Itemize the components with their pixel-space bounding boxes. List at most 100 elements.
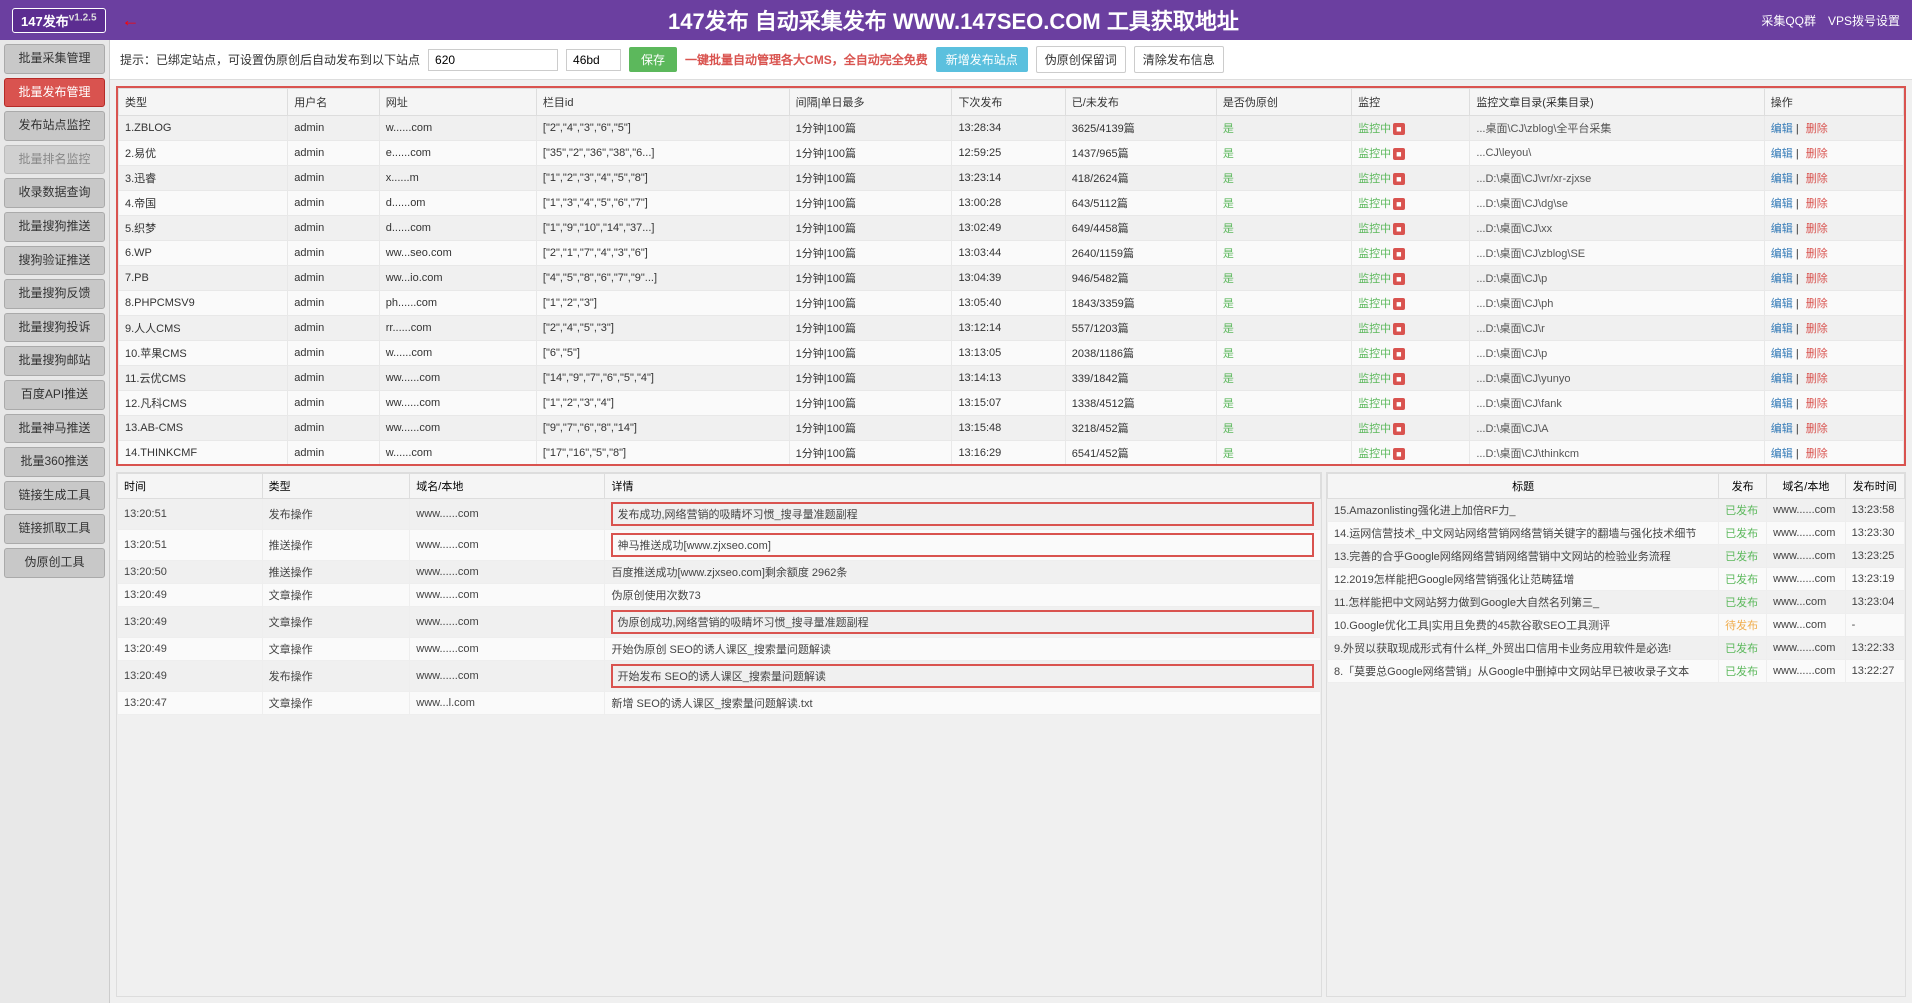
- table-cell-2: e......com: [379, 141, 536, 166]
- right-table-body: 15.Amazonlisting强化进上加倍RF力_已发布www......co…: [1328, 499, 1905, 683]
- sidebar-item-10[interactable]: 百度API推送: [4, 380, 105, 410]
- sidebar-item-13[interactable]: 链接生成工具: [4, 481, 105, 511]
- sidebar-item-2[interactable]: 发布站点监控: [4, 111, 105, 141]
- right-time-cell: -: [1845, 614, 1904, 637]
- log-cell-1: 发布操作: [262, 661, 410, 692]
- table-cell-6: 1338/4512篇: [1065, 391, 1216, 416]
- upper-section: 类型用户名网址栏目id间隔|单日最多下次发布已/未发布是否伪原创监控监控文章目录…: [116, 86, 1906, 466]
- pseudo-keep-button[interactable]: 伪原创保留词: [1036, 46, 1126, 73]
- table-cell-6: 2640/1159篇: [1065, 241, 1216, 266]
- table-cell-5: 13:03:44: [952, 241, 1065, 266]
- right-status-cell: 已发布: [1719, 637, 1767, 660]
- log-cell-1: 发布操作: [262, 499, 410, 530]
- log-row: 13:20:49文章操作www......com伪原创使用次数73: [118, 584, 1321, 607]
- sidebar-item-8[interactable]: 批量搜狗投诉: [4, 313, 105, 343]
- table-cell-4: 1分钟|100篇: [789, 191, 952, 216]
- table-cell-1: admin: [288, 441, 379, 466]
- table-cell-3: ["1","2","3","4"]: [536, 391, 789, 416]
- sidebar-item-9[interactable]: 批量搜狗邮站: [4, 346, 105, 376]
- table-cell-2: ww......com: [379, 366, 536, 391]
- table-cell-1: admin: [288, 416, 379, 441]
- right-domain-cell: www......com: [1767, 568, 1846, 591]
- table-cell-4: 1分钟|100篇: [789, 166, 952, 191]
- table-cell-7: 是: [1216, 416, 1351, 441]
- token-input[interactable]: [428, 49, 558, 71]
- table-cell-8: 监控中■: [1352, 466, 1470, 467]
- log-row: 13:20:47文章操作www...l.com新增 SEO的诱人课区_搜索量问题…: [118, 692, 1321, 715]
- save-button[interactable]: 保存: [629, 47, 677, 72]
- qq-group-link[interactable]: 采集QQ群: [1761, 12, 1816, 29]
- lower-section: 时间类型域名/本地详情 13:20:51发布操作www......com发布成功…: [116, 472, 1906, 997]
- log-col-header: 详情: [605, 474, 1321, 499]
- log-detail-cell: 新增 SEO的诱人课区_搜索量问题解读.txt: [605, 692, 1321, 715]
- new-site-button[interactable]: 新增发布站点: [936, 47, 1028, 72]
- table-cell-5: 13:02:49: [952, 216, 1065, 241]
- sidebar-item-0[interactable]: 批量采集管理: [4, 44, 105, 74]
- log-detail-cell: 开始发布 SEO的诱人课区_搜索量问题解读: [605, 661, 1321, 692]
- log-cell-2: www......com: [410, 561, 605, 584]
- col-header: 栏目id: [536, 89, 789, 116]
- sidebar-item-1[interactable]: 批量发布管理: [4, 78, 105, 108]
- sidebar-item-5[interactable]: 批量搜狗推送: [4, 212, 105, 242]
- table-cell-2: ww...io.com: [379, 266, 536, 291]
- table-cell-2: w......com: [379, 466, 536, 467]
- table-cell-1: admin: [288, 191, 379, 216]
- hint-text: 提示：已绑定站点，可设置伪原创后自动发布到以下站点: [120, 51, 420, 68]
- table-cell-9: ...D:\桌面\CJ\xx: [1470, 216, 1764, 241]
- table-cell-4: 1分钟|100篇: [789, 216, 952, 241]
- table-cell-10: 编辑 | 删除: [1764, 366, 1903, 391]
- table-cell-0: 2.易优: [119, 141, 288, 166]
- table-cell-2: d......com: [379, 216, 536, 241]
- sidebar-item-6[interactable]: 搜狗验证推送: [4, 246, 105, 276]
- table-cell-1: admin: [288, 166, 379, 191]
- log-detail-cell: 神马推送成功[www.zjxseo.com]: [605, 530, 1321, 561]
- app-title: 147发布: [21, 14, 69, 29]
- sidebar-item-7[interactable]: 批量搜狗反馈: [4, 279, 105, 309]
- clear-button[interactable]: 清除发布信息: [1134, 46, 1224, 73]
- right-row: 11.怎样能把中文网站努力做到Google大自然名列第三_已发布www...co…: [1328, 591, 1905, 614]
- right-time-cell: 13:23:25: [1845, 545, 1904, 568]
- table-cell-9: ...D:\桌面\CJ\souwa: [1470, 466, 1764, 467]
- right-domain-cell: www......com: [1767, 499, 1846, 522]
- table-cell-3: ["6","5"]: [536, 341, 789, 366]
- right-domain-cell: www......com: [1767, 637, 1846, 660]
- log-cell-2: www......com: [410, 661, 605, 692]
- sidebar-item-11[interactable]: 批量神马推送: [4, 414, 105, 444]
- table-cell-2: w......com: [379, 341, 536, 366]
- right-row: 15.Amazonlisting强化进上加倍RF力_已发布www......co…: [1328, 499, 1905, 522]
- table-cell-1: admin: [288, 241, 379, 266]
- table-cell-3: ["2","1","7","4","3","6"]: [536, 241, 789, 266]
- table-cell-2: ph......com: [379, 291, 536, 316]
- table-cell-6: 557/1203篇: [1065, 316, 1216, 341]
- table-row: 12.凡科CMSadminww......com["1","2","3","4"…: [119, 391, 1904, 416]
- col-header: 间隔|单日最多: [789, 89, 952, 116]
- log-cell-2: www...l.com: [410, 692, 605, 715]
- table-cell-3: ["4","5","8","6","7","9"...]: [536, 266, 789, 291]
- table-cell-8: 监控中■: [1352, 441, 1470, 466]
- right-table: 标题发布域名/本地发布时间 15.Amazonlisting强化进上加倍RF力_…: [1327, 473, 1905, 683]
- table-cell-6: 1437/965篇: [1065, 141, 1216, 166]
- table-cell-9: ...D:\桌面\CJ\ph: [1470, 291, 1764, 316]
- sidebar-item-12[interactable]: 批量360推送: [4, 447, 105, 477]
- right-time-cell: 13:23:04: [1845, 591, 1904, 614]
- col-header: 网址: [379, 89, 536, 116]
- table-cell-7: 是: [1216, 166, 1351, 191]
- table-cell-5: 13:05:40: [952, 291, 1065, 316]
- table-cell-2: ww...seo.com: [379, 241, 536, 266]
- sidebar-item-4[interactable]: 收录数据查询: [4, 178, 105, 208]
- vps-setting-link[interactable]: VPS拨号设置: [1828, 12, 1900, 29]
- table-row: 9.人人CMSadminrr......com["2","4","5","3"]…: [119, 316, 1904, 341]
- table-cell-9: ...D:\桌面\CJ\zblog\SE: [1470, 241, 1764, 266]
- table-cell-6: 3218/452篇: [1065, 416, 1216, 441]
- table-cell-6: 6541/452篇: [1065, 441, 1216, 466]
- num-input[interactable]: [566, 49, 621, 71]
- right-status-cell: 已发布: [1719, 545, 1767, 568]
- table-cell-1: admin: [288, 316, 379, 341]
- table-cell-8: 监控中■: [1352, 191, 1470, 216]
- sidebar-item-15[interactable]: 伪原创工具: [4, 548, 105, 578]
- table-cell-10: 编辑 | 删除: [1764, 241, 1903, 266]
- sidebar-item-14[interactable]: 链接抓取工具: [4, 514, 105, 544]
- table-cell-9: ...D:\桌面\CJ\A: [1470, 416, 1764, 441]
- table-cell-10: 编辑 | 删除: [1764, 341, 1903, 366]
- table-cell-6: 2038/1186篇: [1065, 341, 1216, 366]
